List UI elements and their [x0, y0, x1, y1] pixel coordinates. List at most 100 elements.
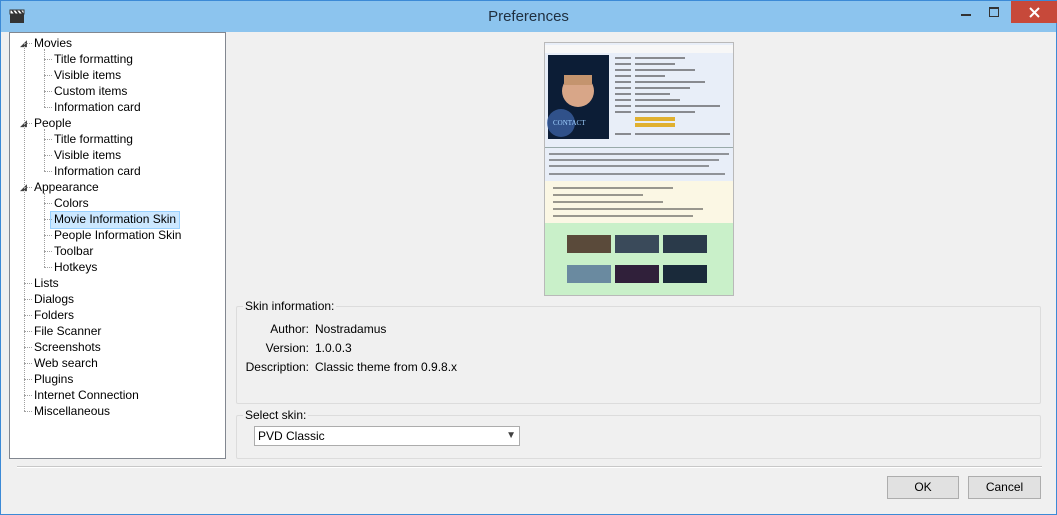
tree-branch [44, 129, 45, 171]
chevron-down-icon[interactable]: ▼ [506, 427, 516, 445]
settings-panel: CONTACT Skin information: Author: Nostra… [226, 32, 1051, 459]
tree-connector [24, 395, 32, 396]
tree-item[interactable]: People Information Skin [54, 227, 181, 243]
tree-category[interactable]: Folders [34, 307, 74, 323]
tree-item[interactable]: Colors [54, 195, 89, 211]
cancel-button[interactable]: Cancel [968, 476, 1041, 499]
version-value: 1.0.0.3 [315, 341, 352, 355]
svg-text:CONTACT: CONTACT [553, 119, 586, 127]
title-bar[interactable]: Preferences [1, 1, 1057, 32]
preferences-window: Preferences ◢ Movies Title formatting Visib… [0, 0, 1057, 515]
footer-divider [17, 466, 1042, 468]
skin-information-group: Skin information: Author: Nostradamus Ve… [236, 299, 1041, 404]
tree-item-label: Custom items [54, 84, 128, 98]
description-value: Classic theme from 0.9.8.x [315, 360, 458, 374]
tree-item-label: Internet Connection [34, 388, 139, 402]
tree-item-label: Dialogs [34, 292, 75, 306]
skin-information-label: Skin information: [243, 299, 337, 313]
tree-connector [44, 267, 52, 268]
minimize-button[interactable] [951, 1, 981, 23]
tree-item-label: Movies [34, 36, 73, 50]
tree-connector [44, 203, 52, 204]
tree-item-label: Hotkeys [54, 260, 98, 274]
author-value: Nostradamus [315, 322, 387, 336]
tree-connector [24, 43, 32, 44]
tree-branch [44, 193, 45, 267]
tree-connector [44, 91, 52, 92]
tree-item-label: Colors [54, 196, 89, 210]
tree-item[interactable]: Title formatting [54, 131, 133, 147]
tree-connector [44, 235, 52, 236]
tree-connector [24, 283, 32, 284]
tree-item[interactable]: Hotkeys [54, 259, 97, 275]
tree-item-label: Folders [34, 308, 75, 322]
tree-connector [24, 315, 32, 316]
tree-item-label: Title formatting [54, 52, 133, 66]
tree-item-label: Movie Information Skin [54, 212, 177, 226]
author-label: Author: [270, 322, 309, 336]
skin-preview-graphic: CONTACT [545, 43, 733, 295]
tree-category[interactable]: Internet Connection [34, 387, 139, 403]
tree-category[interactable]: Web search [34, 355, 98, 371]
tree-category[interactable]: ◢ People [20, 115, 72, 131]
tree-category[interactable]: Dialogs [34, 291, 74, 307]
skin-select[interactable]: PVD Classic ▼ [254, 426, 520, 446]
tree-connector [44, 155, 52, 156]
tree-connector [24, 411, 32, 412]
tree-connector [24, 363, 32, 364]
tree-item-label: Title formatting [54, 132, 133, 146]
tree-item-label: Information card [54, 100, 141, 114]
tree-item-label: People [34, 116, 72, 130]
select-skin-label: Select skin: [243, 408, 309, 422]
tree-item-label: Web search [34, 356, 98, 370]
tree-connector [44, 171, 52, 172]
tree-category[interactable]: Lists [34, 275, 59, 291]
tree-category[interactable]: Screenshots [34, 339, 101, 355]
tree-item[interactable]: Title formatting [54, 51, 133, 67]
tree-connector [44, 139, 52, 140]
tree-item-label: File Scanner [34, 324, 102, 338]
tree-connector [44, 59, 52, 60]
tree-item-label: Toolbar [54, 244, 94, 258]
tree-item-label: Information card [54, 164, 141, 178]
preferences-tree[interactable]: ◢ Movies Title formatting Visible items Cust… [9, 32, 226, 459]
tree-spine [24, 43, 25, 411]
tree-item-label: Visible items [54, 68, 122, 82]
close-icon [1028, 6, 1040, 18]
maximize-button[interactable] [979, 1, 1009, 23]
tree-connector [24, 347, 32, 348]
tree-item[interactable]: Visible items [54, 67, 121, 83]
tree-connector [24, 379, 32, 380]
tree-connector [44, 219, 52, 220]
tree-item[interactable]: Information card [54, 163, 141, 179]
tree-connector [44, 75, 52, 76]
skin-select-value: PVD Classic [258, 429, 325, 443]
tree-category[interactable]: Plugins [34, 371, 73, 387]
tree-category[interactable]: Miscellaneous [34, 403, 110, 419]
tree-item[interactable]: Information card [54, 99, 141, 115]
tree-item[interactable]: Toolbar [54, 243, 93, 259]
tree-connector [24, 331, 32, 332]
tree-item-label: Plugins [34, 372, 74, 386]
tree-category[interactable]: ◢ Movies [20, 35, 73, 51]
minimize-icon [961, 14, 971, 16]
maximize-icon [989, 7, 999, 17]
tree-item[interactable]: Visible items [54, 147, 121, 163]
tree-item-label: Visible items [54, 148, 122, 162]
close-button[interactable] [1011, 1, 1057, 23]
tree-item-label: People Information Skin [54, 228, 182, 242]
tree-connector [24, 299, 32, 300]
version-label: Version: [265, 341, 309, 355]
ok-button[interactable]: OK [887, 476, 959, 499]
description-label: Description: [245, 360, 309, 374]
tree-item[interactable]: Custom items [54, 83, 127, 99]
tree-connector [44, 251, 52, 252]
tree-item-label: Miscellaneous [34, 404, 111, 418]
tree-item-label: Screenshots [34, 340, 101, 354]
tree-category[interactable]: File Scanner [34, 323, 101, 339]
skin-preview-image: CONTACT [544, 42, 734, 296]
window-title: Preferences [488, 8, 569, 25]
tree-branch [44, 49, 45, 107]
tree-connector [44, 107, 52, 108]
tree-connector [24, 123, 32, 124]
